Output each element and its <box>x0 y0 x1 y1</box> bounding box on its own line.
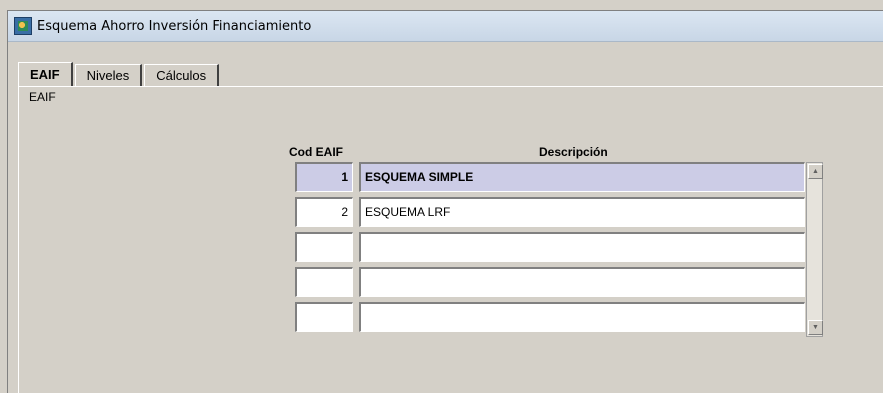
tab-eaif[interactable]: EAIF <box>18 62 73 86</box>
cod-field-row-4[interactable] <box>295 267 353 297</box>
cod-field-row-1[interactable]: 1 <box>295 162 353 192</box>
desc-field-row-1[interactable]: ESQUEMA SIMPLE <box>359 162 805 192</box>
desc-field-row-2[interactable]: ESQUEMA LRF <box>359 197 805 227</box>
desc-field-row-3[interactable] <box>359 232 805 262</box>
cod-field-row-2[interactable]: 2 <box>295 197 353 227</box>
rows-scrollbar[interactable]: ▲ ▼ <box>806 162 823 337</box>
form-canvas: EAIF Niveles Cálculos EAIF Cod EAIF Desc… <box>8 42 883 393</box>
scroll-up-icon[interactable]: ▲ <box>808 164 823 179</box>
tab-calculos[interactable]: Cálculos <box>144 64 220 86</box>
cod-field-row-3[interactable] <box>295 232 353 262</box>
cod-field-row-5[interactable] <box>295 302 353 332</box>
tab-strip: EAIF Niveles Cálculos <box>18 62 221 86</box>
column-header-cod: Cod EAIF <box>289 145 343 159</box>
desc-field-row-4[interactable] <box>359 267 805 297</box>
app-window: Esquema Ahorro Inversión Financiamiento … <box>7 10 883 393</box>
app-icon <box>14 17 32 35</box>
scroll-down-icon[interactable]: ▼ <box>808 320 823 335</box>
tab-panel-eaif: EAIF Cod EAIF Descripción 1 ESQUEMA SIMP… <box>18 86 883 393</box>
title-bar[interactable]: Esquema Ahorro Inversión Financiamiento <box>8 11 883 42</box>
tab-niveles[interactable]: Niveles <box>74 64 143 86</box>
column-header-descripcion: Descripción <box>539 145 608 159</box>
panel-label: EAIF <box>29 90 56 104</box>
desc-field-row-5[interactable] <box>359 302 805 332</box>
window-title: Esquema Ahorro Inversión Financiamiento <box>37 18 312 34</box>
